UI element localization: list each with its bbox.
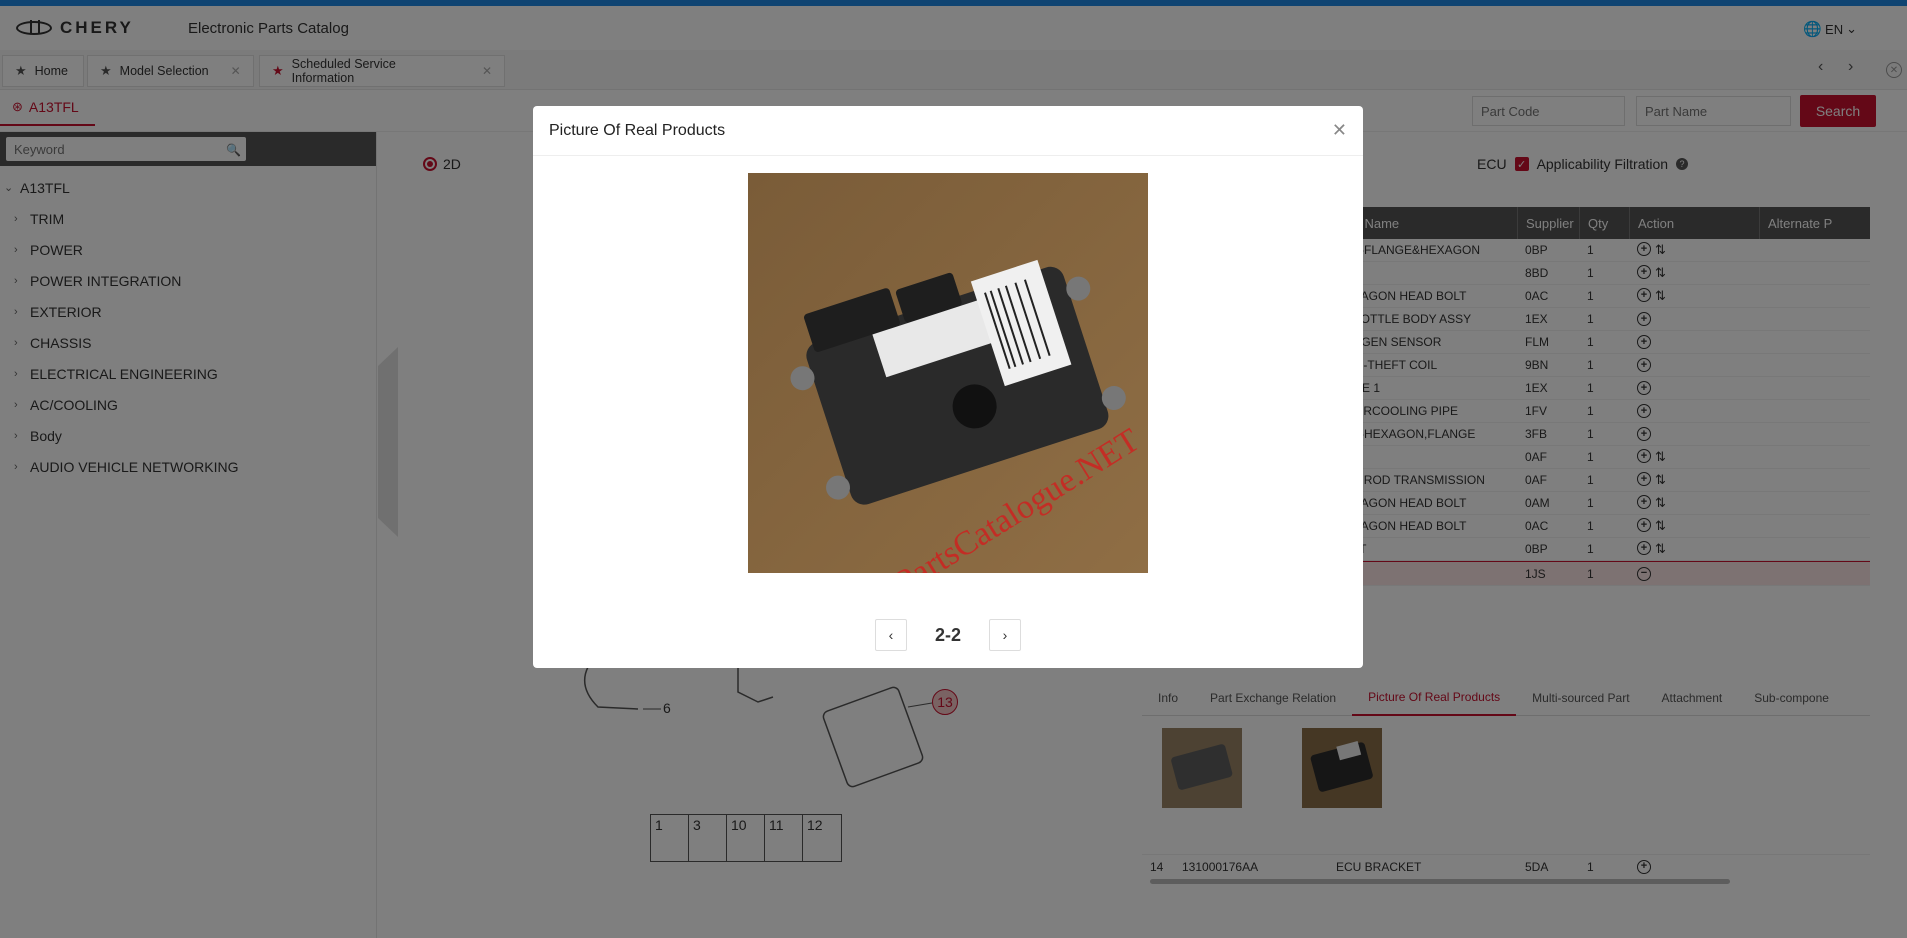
close-icon[interactable]: ✕ — [1332, 120, 1347, 141]
image-pager: ‹ 2-2 › — [533, 619, 1363, 651]
next-image-button[interactable]: › — [989, 619, 1021, 651]
modal-title: Picture Of Real Products — [533, 106, 1363, 156]
picture-modal: Picture Of Real Products ✕ AutoP — [533, 106, 1363, 668]
prev-image-button[interactable]: ‹ — [874, 619, 907, 651]
product-photo: AutoPartsCatalogue.NET — [748, 173, 1148, 573]
page-indicator: 2-2 — [934, 624, 961, 645]
